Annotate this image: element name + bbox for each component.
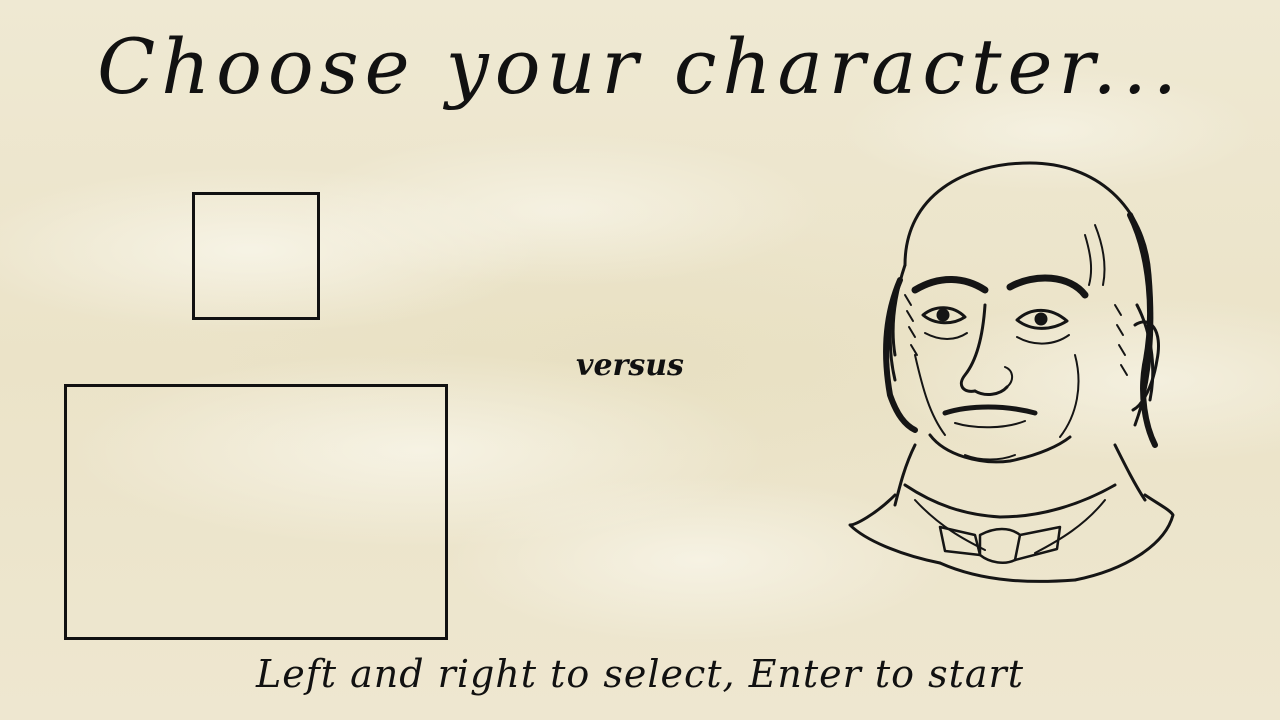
character-select-slot[interactable] [192,192,320,320]
page-title: Choose your character... [97,22,1183,111]
controls-hint: Left and right to select, Enter to start [255,652,1024,696]
opponent-portrait-icon [848,161,1175,583]
versus-label: versus [576,348,684,383]
character-preview-frame [64,384,448,640]
